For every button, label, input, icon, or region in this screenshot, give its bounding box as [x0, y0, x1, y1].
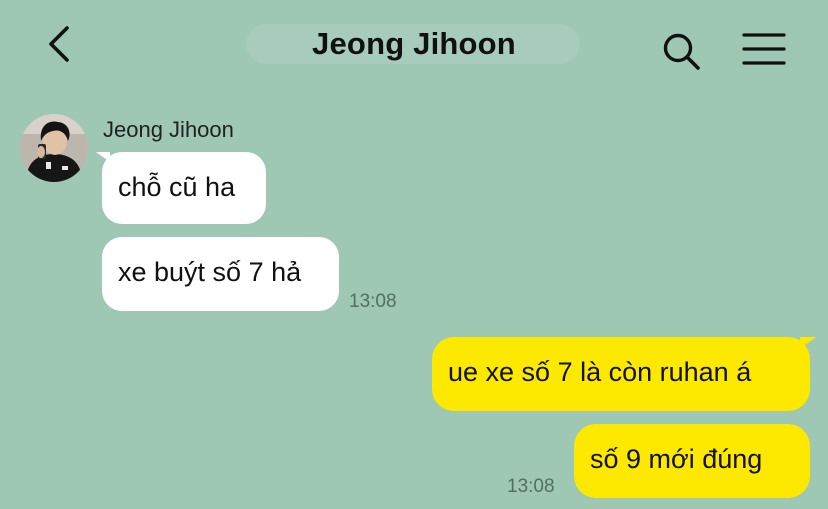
- avatar[interactable]: [20, 114, 88, 182]
- incoming-message-bubble[interactable]: chỗ cũ ha: [102, 152, 266, 224]
- search-button[interactable]: [660, 30, 702, 72]
- incoming-message-bubble[interactable]: xe buýt số 7 hả: [102, 237, 339, 311]
- chat-header: Jeong Jihoon: [0, 0, 828, 92]
- outgoing-message-bubble[interactable]: số 9 mới đúng: [574, 424, 810, 498]
- message-timestamp: 13:08: [349, 291, 397, 312]
- profile-photo: [20, 114, 88, 182]
- sender-name: Jeong Jihoon: [103, 117, 234, 142]
- chat-title: Jeong Jihoon: [312, 26, 516, 61]
- message-timestamp: 13:08: [507, 476, 555, 497]
- menu-button[interactable]: [740, 30, 788, 70]
- hamburger-menu-icon: [742, 33, 786, 65]
- outgoing-message-bubble[interactable]: ue xe số 7 là còn ruhan á: [432, 337, 810, 411]
- search-icon: [663, 33, 700, 70]
